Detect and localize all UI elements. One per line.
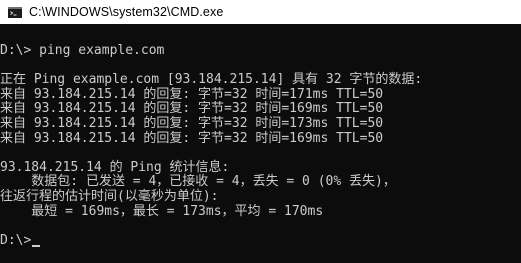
console-line: D:\> ping example.com [0,43,165,58]
console-line: 往返行程的估计时间(以毫秒为单位): [0,188,219,204]
command-prompt[interactable]: D:\> [0,232,521,249]
cmd-console-icon [8,6,22,18]
console-line: 正在 Ping example.com [93.184.215.14] 具有 3… [0,72,423,88]
console-line: 来自 93.184.215.14 的回复: 字节=32 时间=169ms TTL… [0,101,384,117]
prompt-text: D:\> [0,232,32,248]
title-bar[interactable]: C:\WINDOWS\system32\CMD.exe [0,0,521,24]
window-title: C:\WINDOWS\system32\CMD.exe [29,5,224,19]
console-line: 来自 93.184.215.14 的回复: 字节=32 时间=169ms TTL… [0,130,384,146]
console-output[interactable]: D:\> ping example.com 正在 Ping example.co… [0,24,521,263]
console-line: 最短 = 169ms，最长 = 173ms，平均 = 170ms [0,203,324,219]
text-cursor [32,245,41,248]
console-line: 数据包: 已发送 = 4，已接收 = 4，丢失 = 0 (0% 丢失)， [0,174,396,190]
cmd-window: C:\WINDOWS\system32\CMD.exe D:\> ping ex… [0,0,521,263]
console-line: 来自 93.184.215.14 的回复: 字节=32 时间=173ms TTL… [0,115,384,131]
